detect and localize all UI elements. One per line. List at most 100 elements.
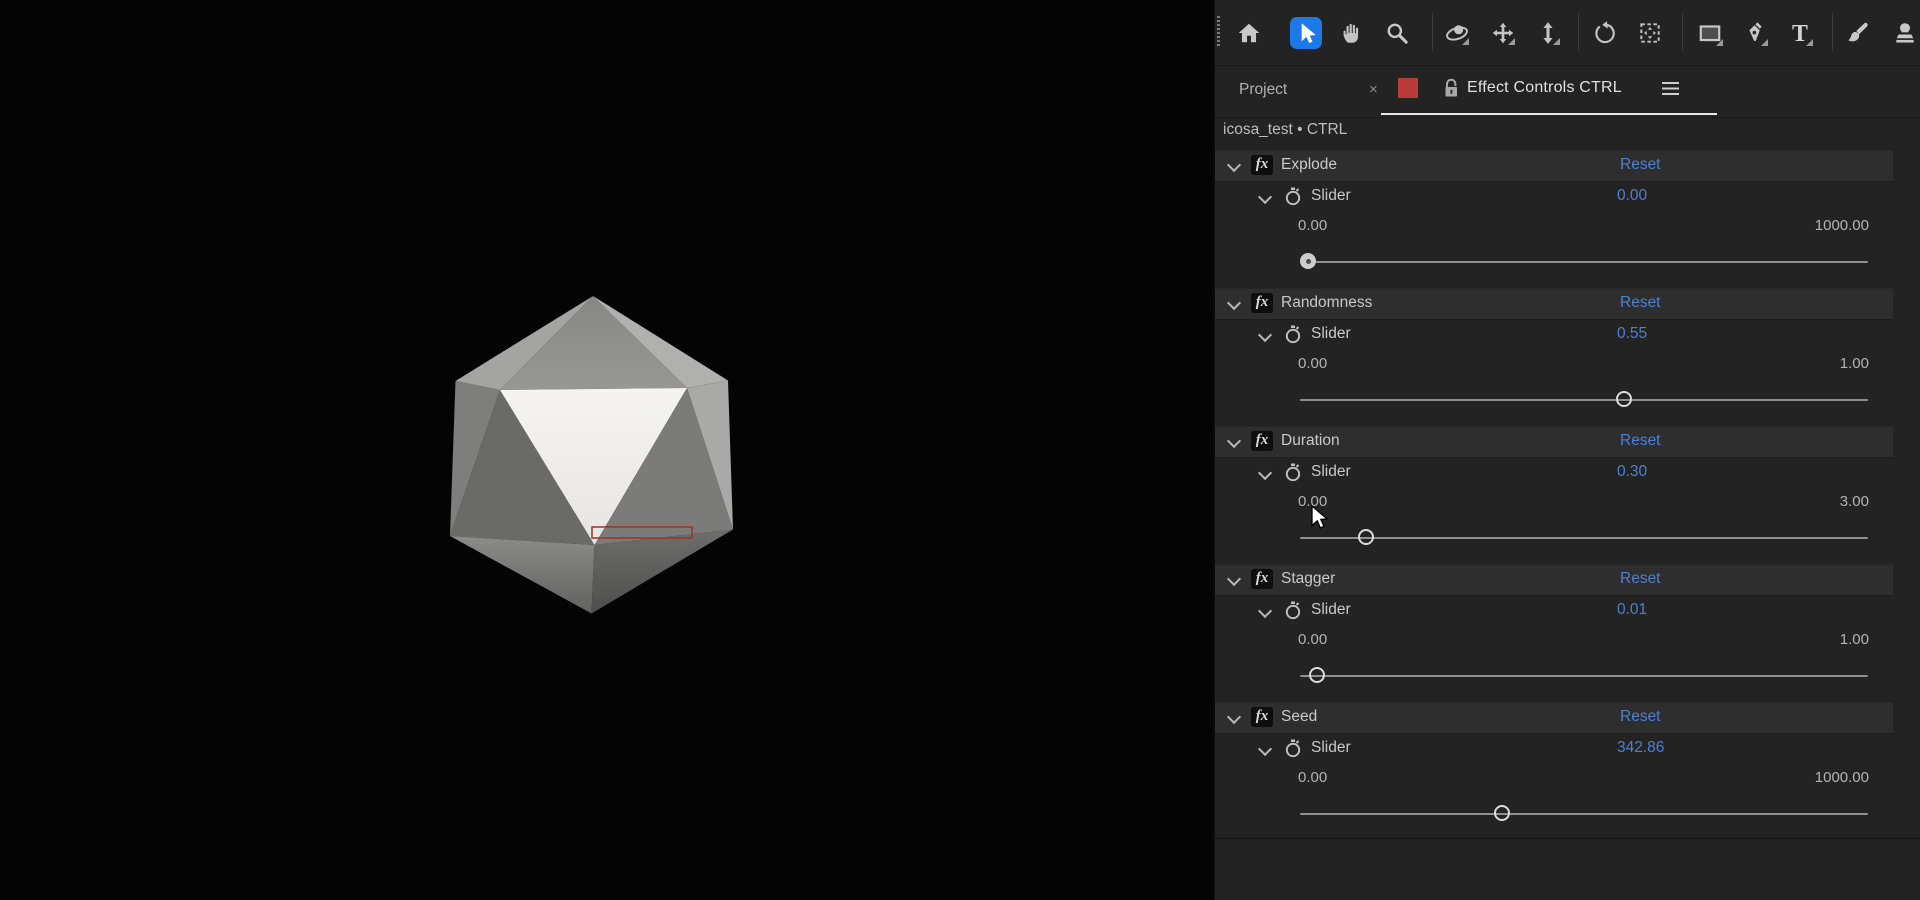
tab-close-icon[interactable]: ×: [1369, 81, 1378, 98]
effect-section-explode: fx Explode Reset Slider 0.00 0.00 1000.0…: [1215, 150, 1920, 529]
chevron-down-icon[interactable]: [1226, 433, 1242, 449]
active-tab-underline: [1381, 113, 1717, 115]
reset-button[interactable]: Reset: [1620, 294, 1661, 312]
range-min: 0.00: [1298, 769, 1328, 786]
rectangle-tool-icon[interactable]: [1697, 20, 1723, 46]
range-max: 1000.00: [1814, 769, 1869, 786]
param-value[interactable]: 342.86: [1617, 739, 1664, 757]
panel-color-swatch[interactable]: [1398, 78, 1418, 98]
pan-camera-tool-icon[interactable]: [1490, 20, 1516, 46]
app-window: T Project × Effect Controls CTRL icosa_t…: [0, 0, 1920, 900]
slider-thumb[interactable]: [1493, 805, 1510, 821]
slider-thumb[interactable]: [1308, 667, 1325, 683]
stopwatch-icon[interactable]: [1283, 186, 1303, 213]
param-label[interactable]: Slider: [1311, 187, 1351, 205]
effect-name[interactable]: Duration: [1281, 432, 1340, 450]
range-max: 1000.00: [1814, 217, 1869, 234]
chevron-down-icon[interactable]: [1257, 465, 1273, 481]
slider-track[interactable]: [1300, 261, 1868, 263]
stopwatch-icon[interactable]: [1283, 738, 1303, 765]
param-value[interactable]: 0.01: [1617, 601, 1647, 619]
hamburger-menu-icon[interactable]: [1662, 82, 1679, 95]
reset-button[interactable]: Reset: [1620, 156, 1661, 174]
chevron-down-icon[interactable]: [1257, 741, 1273, 757]
fx-badge-icon: fx: [1251, 155, 1273, 175]
effect-header-row[interactable]: fx Stagger Reset: [1215, 564, 1893, 596]
slider-row: [1215, 247, 1920, 529]
effect-header-row[interactable]: fx Seed Reset: [1215, 702, 1893, 734]
effect-section-stagger: fx Stagger Reset Slider 0.01 0.00 1.00: [1215, 564, 1920, 702]
slider-row: [1215, 661, 1920, 691]
panel-tab-bar: Project × Effect Controls CTRL: [1215, 66, 1920, 118]
chevron-down-icon[interactable]: [1226, 295, 1242, 311]
toolbar: T: [1215, 0, 1920, 66]
slider-row: [1215, 523, 1920, 553]
slider-thumb[interactable]: [1300, 253, 1316, 269]
tab-effect-controls[interactable]: Effect Controls CTRL: [1467, 79, 1622, 97]
slider-row: [1215, 799, 1920, 829]
reset-button[interactable]: Reset: [1620, 708, 1661, 726]
effect-header-row[interactable]: fx Randomness Reset: [1215, 288, 1893, 320]
effect-controls-panel: T Project × Effect Controls CTRL icosa_t…: [1213, 0, 1920, 900]
effect-name[interactable]: Randomness: [1281, 294, 1372, 312]
chevron-down-icon[interactable]: [1257, 189, 1273, 205]
effect-name[interactable]: Seed: [1281, 708, 1317, 726]
range-min: 0.00: [1298, 493, 1328, 510]
param-value[interactable]: 0.55: [1617, 325, 1647, 343]
camera-bounds-tool-icon[interactable]: [1637, 20, 1663, 46]
toolbar-separator: [1682, 13, 1683, 51]
orbit-camera-tool-icon[interactable]: [1444, 20, 1470, 46]
reset-button[interactable]: Reset: [1620, 432, 1661, 450]
clone-stamp-tool-icon[interactable]: [1892, 20, 1918, 46]
range-min: 0.00: [1298, 631, 1328, 648]
chevron-down-icon[interactable]: [1226, 709, 1242, 725]
chevron-down-icon[interactable]: [1257, 603, 1273, 619]
effect-header-row[interactable]: fx Duration Reset: [1215, 426, 1893, 458]
composition-viewport[interactable]: [0, 0, 1213, 900]
toolbar-separator: [1578, 13, 1579, 51]
param-label[interactable]: Slider: [1311, 739, 1351, 757]
stopwatch-icon[interactable]: [1283, 600, 1303, 627]
rotate-tool-icon[interactable]: [1592, 20, 1618, 46]
slider-track[interactable]: [1300, 399, 1868, 401]
effect-header-row[interactable]: fx Explode Reset: [1215, 150, 1893, 182]
dolly-camera-tool-icon[interactable]: [1535, 20, 1561, 46]
stopwatch-icon[interactable]: [1283, 324, 1303, 351]
effect-name[interactable]: Stagger: [1281, 570, 1335, 588]
effect-section-duration: fx Duration Reset Slider 0.30 0.00 3.00: [1215, 426, 1920, 564]
range-max: 3.00: [1839, 493, 1869, 510]
type-tool-icon[interactable]: T: [1787, 20, 1813, 46]
range-row: 0.00 1000.00: [1215, 764, 1920, 794]
home-icon[interactable]: [1236, 20, 1262, 46]
range-max: 1.00: [1839, 355, 1869, 372]
slider-track[interactable]: [1300, 537, 1868, 539]
range-row: 0.00 3.00: [1215, 488, 1920, 518]
hand-tool-icon[interactable]: [1339, 20, 1365, 46]
slider-thumb[interactable]: [1615, 391, 1632, 407]
stopwatch-icon[interactable]: [1283, 462, 1303, 489]
effect-section-randomness: fx Randomness Reset Slider 0.55 0.00 1.0…: [1215, 288, 1920, 426]
chevron-down-icon[interactable]: [1226, 571, 1242, 587]
range-row: 0.00 1.00: [1215, 626, 1920, 656]
param-label[interactable]: Slider: [1311, 463, 1351, 481]
selection-tool-icon[interactable]: [1290, 17, 1322, 49]
slider-track[interactable]: [1300, 813, 1868, 815]
chevron-down-icon[interactable]: [1257, 327, 1273, 343]
chevron-down-icon[interactable]: [1226, 157, 1242, 173]
tab-project[interactable]: Project: [1239, 81, 1287, 99]
lock-open-icon[interactable]: [1441, 76, 1461, 102]
slider-thumb[interactable]: [1358, 529, 1375, 545]
param-value[interactable]: 0.00: [1617, 187, 1647, 205]
brush-tool-icon[interactable]: [1845, 20, 1871, 46]
pen-tool-icon[interactable]: [1742, 20, 1768, 46]
param-value[interactable]: 0.30: [1617, 463, 1647, 481]
param-row: Slider 0.00: [1215, 182, 1920, 212]
param-label[interactable]: Slider: [1311, 601, 1351, 619]
param-label[interactable]: Slider: [1311, 325, 1351, 343]
reset-button[interactable]: Reset: [1620, 570, 1661, 588]
effect-name[interactable]: Explode: [1281, 156, 1337, 174]
composition-breadcrumb[interactable]: icosa_test • CTRL: [1223, 121, 1347, 139]
slider-track[interactable]: [1300, 675, 1868, 677]
zoom-tool-icon[interactable]: [1384, 20, 1410, 46]
range-row: 0.00 1000.00: [1215, 212, 1920, 242]
